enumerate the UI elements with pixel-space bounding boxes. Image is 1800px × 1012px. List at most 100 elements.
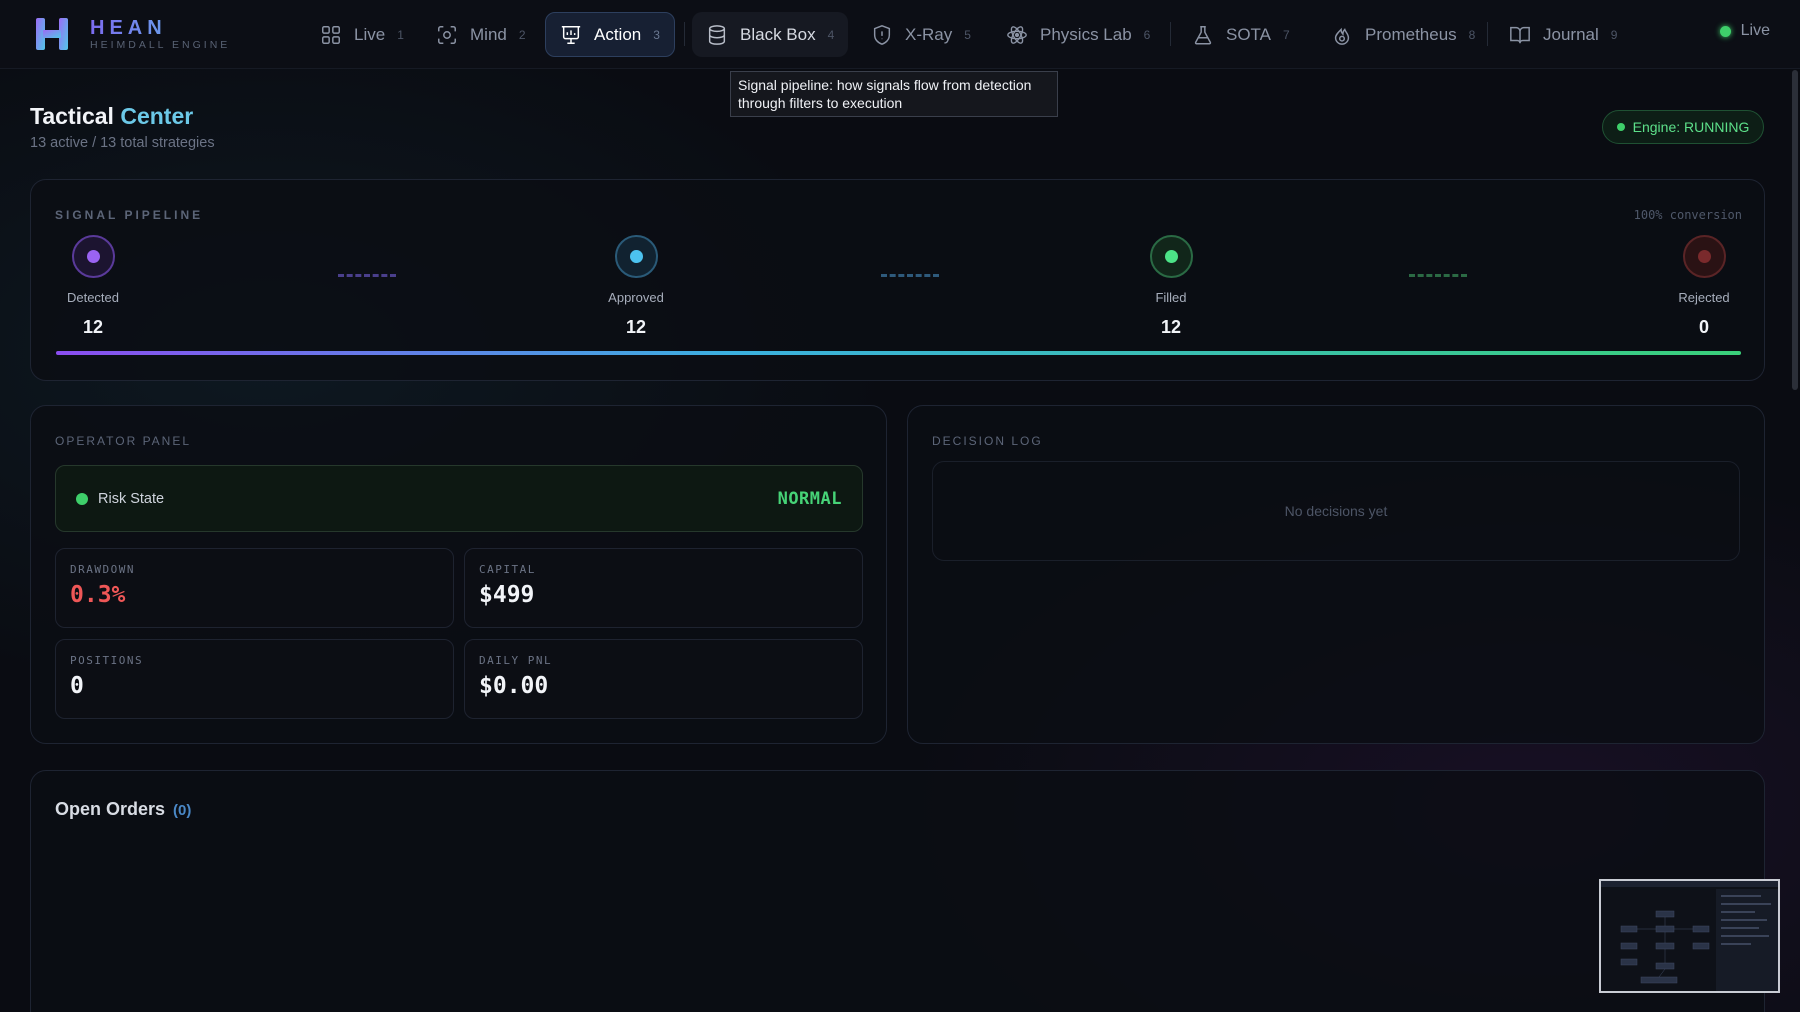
nav-label: X-Ray <box>905 24 953 44</box>
stage-filled-indicator <box>1149 235 1193 278</box>
nav-label: Black Box <box>740 24 816 44</box>
capital-value: $499 <box>479 582 535 608</box>
decision-log-label: DECISION LOG <box>932 434 1043 448</box>
grid-icon <box>322 25 340 44</box>
nav-tab-physics-lab[interactable]: Physics Lab 6 <box>992 12 1164 57</box>
nav-shortcut: 7 <box>1283 27 1290 42</box>
database-icon <box>708 24 726 45</box>
nav-tab-black-box[interactable]: Black Box 4 <box>692 12 849 57</box>
nav-label: Journal <box>1543 24 1599 44</box>
risk-state-box[interactable]: Risk State NORMAL <box>55 465 863 532</box>
stage-name: Rejected <box>1678 290 1730 305</box>
signal-pipeline-label: SIGNAL PIPELINE <box>55 208 204 222</box>
positions-stat: POSITIONS 0 <box>55 639 454 719</box>
page-title-main: Tactical <box>30 103 114 129</box>
stage-count: 12 <box>625 317 647 337</box>
stage-approved[interactable]: Approved 12 <box>576 235 696 338</box>
decision-log-empty-state: No decisions yet <box>932 461 1740 561</box>
nav-shortcut: 3 <box>653 27 660 42</box>
open-orders-title: Open Orders (0) <box>55 799 191 820</box>
nav-shortcut: 8 <box>1468 27 1476 42</box>
positions-value: 0 <box>70 673 84 699</box>
live-status-label: Live <box>1740 22 1770 39</box>
nav-shortcut: 5 <box>964 27 971 42</box>
stage-filled[interactable]: Filled 12 <box>1111 235 1231 338</box>
nav-tab-prometheus[interactable]: Prometheus 8 <box>1317 12 1489 57</box>
nav-tab-sota[interactable]: SOTA 7 <box>1178 12 1304 57</box>
engine-status-dot <box>1616 123 1625 131</box>
decision-log-panel: DECISION LOG No decisions yet <box>907 405 1765 744</box>
stage-name: Approved <box>608 290 664 305</box>
brand-name: HEAN <box>90 18 230 38</box>
nav-tab-x-ray[interactable]: X-Ray 5 <box>857 12 985 57</box>
nav-shortcut: 1 <box>397 27 404 42</box>
nav-shortcut: 6 <box>1143 27 1151 42</box>
nav-label: Prometheus <box>1365 24 1457 44</box>
page-title: Tactical Center <box>30 103 193 130</box>
brand-subtitle: HEIMDALL ENGINE <box>90 38 231 51</box>
stat-label: CAPITAL <box>479 563 536 576</box>
nav-tab-mind[interactable]: Mind 2 <box>422 12 540 57</box>
stage-count: 12 <box>1160 317 1182 337</box>
shield-icon <box>873 24 891 45</box>
minimap-preview[interactable] <box>1599 879 1780 993</box>
operator-panel: OPERATOR PANEL Risk State NORMAL DRAWDOW… <box>30 405 887 744</box>
nav-divider <box>1487 22 1488 46</box>
flask-icon <box>1194 25 1212 44</box>
daily-pnl-stat: DAILY PNL $0.00 <box>464 639 863 719</box>
daily-pnl-value: $0.00 <box>479 673 549 699</box>
drawdown-stat: DRAWDOWN 0.3% <box>55 548 454 628</box>
stat-label: DAILY PNL <box>479 654 553 667</box>
presentation-icon <box>561 25 581 44</box>
risk-state-value: NORMAL <box>777 488 842 509</box>
nav-tab-live[interactable]: Live 1 <box>306 12 418 57</box>
stage-name: Detected <box>66 290 120 305</box>
pipeline-connector <box>1409 274 1467 277</box>
focus-icon <box>438 25 456 44</box>
pipeline-connector <box>881 274 939 277</box>
atom-icon <box>1007 25 1027 44</box>
stage-detected[interactable]: Detected 12 <box>33 235 153 338</box>
stage-name: Filled <box>1155 290 1187 305</box>
strategies-count: 13 active / 13 total strategies <box>30 135 215 151</box>
page-title-accent: Center <box>120 103 194 129</box>
open-orders-count: (0) <box>173 802 192 819</box>
nav-label: SOTA <box>1226 24 1272 44</box>
book-icon <box>1510 26 1530 43</box>
nav-shortcut: 2 <box>518 27 526 42</box>
engine-status-label: Engine: RUNNING <box>1632 119 1750 135</box>
pipeline-connector <box>338 274 396 277</box>
nav-tab-journal[interactable]: Journal 9 <box>1495 12 1631 57</box>
stage-rejected[interactable]: Rejected 0 <box>1644 235 1764 338</box>
operator-panel-label: OPERATOR PANEL <box>55 434 192 448</box>
hean-logo-icon <box>36 18 68 50</box>
engine-status-badge: Engine: RUNNING <box>1602 110 1764 144</box>
stage-rejected-indicator <box>1682 235 1726 278</box>
stage-detected-indicator <box>71 235 115 278</box>
open-orders-label: Open Orders <box>55 799 166 819</box>
live-status-dot <box>1719 25 1731 37</box>
page-scrollbar[interactable] <box>1792 70 1798 390</box>
capital-stat: CAPITAL $499 <box>464 548 863 628</box>
live-status[interactable]: Live <box>1719 22 1770 40</box>
top-nav-bar: HEAN HEIMDALL ENGINE Live 1 Mind 2 Actio… <box>0 0 1800 69</box>
stage-count: 12 <box>82 317 104 337</box>
signal-pipeline-card[interactable]: SIGNAL PIPELINE 100% conversion Detected… <box>30 179 1765 381</box>
nav-tab-action[interactable]: Action 3 <box>545 12 675 57</box>
flame-icon <box>1334 27 1350 45</box>
minimap-graph-icon <box>1601 881 1778 991</box>
risk-state-label: Risk State <box>98 490 165 507</box>
nav-label: Action <box>594 24 642 44</box>
nav-shortcut: 9 <box>1610 27 1618 42</box>
pipeline-progress-bar <box>56 351 1741 355</box>
nav-label: Live <box>354 24 386 44</box>
nav-divider <box>684 22 685 46</box>
nav-label: Physics Lab <box>1040 24 1132 44</box>
risk-state-dot <box>76 492 88 505</box>
stat-label: DRAWDOWN <box>70 563 135 576</box>
stage-count: 0 <box>1698 317 1709 337</box>
nav-shortcut: 4 <box>827 27 835 42</box>
stage-approved-indicator <box>614 235 658 278</box>
brand[interactable]: HEAN HEIMDALL ENGINE <box>34 15 230 53</box>
nav-label: Mind <box>470 24 507 44</box>
